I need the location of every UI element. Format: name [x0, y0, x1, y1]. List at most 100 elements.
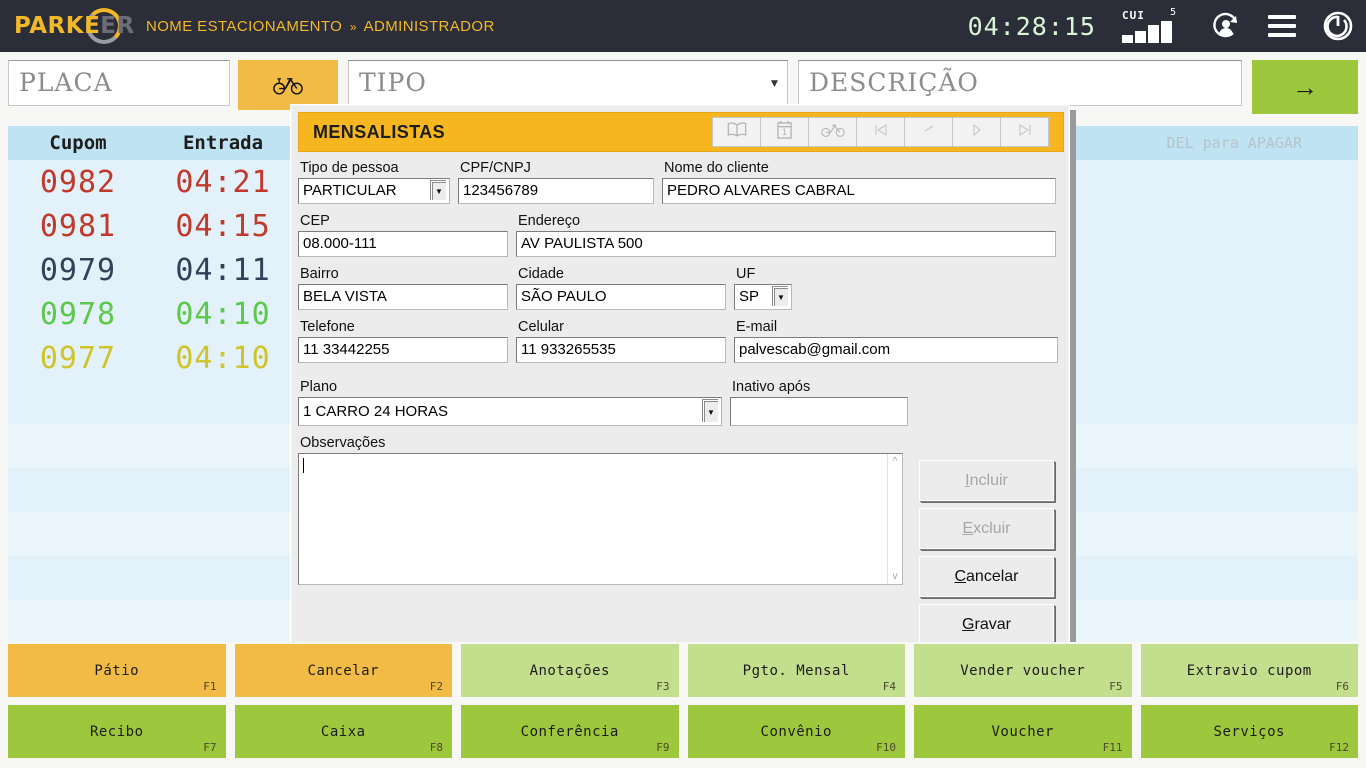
value-plano: 1 CARRO 24 HORAS — [303, 403, 449, 420]
descricao-input[interactable]: DESCRIÇÃO — [798, 60, 1242, 106]
fkey-f1[interactable]: Pátio F1 — [8, 644, 226, 697]
calendar-button[interactable]: 1 — [760, 117, 809, 147]
label-inativo-apos: Inativo após — [732, 379, 811, 395]
app-header: PARKEER NOME ESTACIONAMENTO » ADMINISTRA… — [0, 0, 1366, 52]
scroll-down-icon[interactable]: v — [893, 569, 898, 584]
fkey-label: Extravio cupom — [1186, 662, 1312, 679]
book-button[interactable] — [712, 117, 761, 147]
input-cpf-cnpj[interactable]: 123456789 — [458, 178, 654, 204]
input-email[interactable]: palvescab@gmail.com — [734, 337, 1058, 363]
user-account-button[interactable] — [1198, 0, 1254, 52]
bicycle-button[interactable] — [808, 117, 857, 147]
signal-count: 5 — [1169, 7, 1176, 18]
input-cidade[interactable]: SÃO PAULO — [516, 284, 726, 310]
function-key-bar: Pátio F1 Cancelar F2 Anotações F3 Pgto. Mensal… — [0, 642, 1366, 768]
chevron-down-icon[interactable]: ▼ — [703, 400, 719, 423]
label-cpf-cnpj: CPF/CNPJ — [460, 160, 531, 176]
cancelar-button[interactable]: Cancelar — [919, 556, 1054, 597]
previous-record-button[interactable] — [904, 117, 953, 147]
fkey-label: Convênio — [760, 723, 832, 740]
fkey-f6[interactable]: Extravio cupom F6 — [1140, 644, 1358, 697]
input-endereco[interactable]: AV PAULISTA 500 — [516, 231, 1056, 257]
fkey-label: Recibo — [89, 723, 144, 740]
chevron-down-icon[interactable]: ▼ — [431, 181, 447, 201]
fkey-f4[interactable]: Pgto. Mensal F4 — [687, 644, 905, 697]
fkey-f9[interactable]: Conferência F9 — [461, 705, 679, 758]
fkey-label: Cancelar — [307, 662, 379, 679]
fkey-f12[interactable]: Serviços F12 — [1140, 705, 1358, 758]
input-cep[interactable]: 08.000-111 — [298, 231, 508, 257]
input-inativo-apos[interactable] — [730, 397, 908, 426]
fkey-label: Vender voucher — [960, 662, 1086, 679]
label-endereco: Endereço — [518, 213, 581, 229]
input-bairro[interactable]: BELA VISTA — [298, 284, 508, 310]
label-uf: UF — [736, 266, 756, 282]
input-tipo-pessoa[interactable]: PARTICULAR ▼ — [298, 178, 450, 204]
fkey-shortcut: F2 — [429, 680, 443, 693]
column-header-cupom: Cupom — [49, 132, 107, 154]
label-celular: Celular — [518, 319, 564, 335]
fkey-shortcut: F5 — [1109, 680, 1123, 693]
input-celular[interactable]: 11 933265535 — [516, 337, 726, 363]
field-tipo-pessoa: Tipo de pessoa PARTICULAR ▼ — [298, 160, 450, 204]
field-email: E-mail palvescab@gmail.com — [734, 319, 1058, 363]
power-icon — [1323, 11, 1353, 41]
clock: 04:28:15 — [967, 11, 1096, 41]
fkey-label: Voucher — [991, 723, 1054, 740]
input-plano[interactable]: 1 CARRO 24 HORAS ▼ — [298, 397, 722, 426]
field-endereco: Endereço AV PAULISTA 500 — [516, 213, 1056, 257]
form-row-5: Plano 1 CARRO 24 HORAS ▼ Inativo após — [298, 379, 1064, 426]
first-record-button[interactable] — [856, 117, 905, 147]
arrow-right-icon: → — [1292, 71, 1318, 102]
fkey-f3[interactable]: Anotações F3 — [461, 644, 679, 697]
previous-record-icon — [921, 123, 937, 142]
fkey-f7[interactable]: Recibo F7 — [8, 705, 226, 758]
bicycle-icon — [820, 122, 845, 143]
field-cpf-cnpj: CPF/CNPJ 123456789 — [458, 160, 654, 204]
input-uf[interactable]: SP ▼ — [734, 284, 792, 310]
fkey-shortcut: F3 — [656, 680, 670, 693]
chevron-down-icon: ▼ — [771, 79, 779, 89]
header-actions: 04:28:15 CUI 5 — [968, 0, 1366, 52]
value-tipo-pessoa: PARTICULAR — [303, 182, 397, 199]
field-celular: Celular 11 933265535 — [516, 319, 726, 363]
gravar-button[interactable]: Gravar — [919, 604, 1054, 645]
fkey-f2[interactable]: Cancelar F2 — [234, 644, 452, 697]
app-root: PARKEER NOME ESTACIONAMENTO » ADMINISTRA… — [0, 0, 1366, 768]
book-icon — [727, 121, 747, 143]
fkey-shortcut: F8 — [429, 741, 443, 754]
menu-button[interactable] — [1254, 0, 1310, 52]
user-icon — [1213, 12, 1238, 38]
scroll-up-icon[interactable]: ^ — [893, 454, 898, 469]
vehicle-type-bike-button[interactable] — [238, 60, 338, 110]
last-record-button[interactable] — [1000, 117, 1049, 147]
dialog-title: MENSALISTAS — [313, 121, 446, 142]
fkey-f10[interactable]: Convênio F10 — [687, 705, 905, 758]
chevron-down-icon[interactable]: ▼ — [773, 287, 789, 307]
field-uf: UF SP ▼ — [734, 266, 792, 310]
input-nome-cliente[interactable]: PEDRO ALVARES CABRAL — [662, 178, 1056, 204]
dialog-title-bar: MENSALISTAS 1 — [298, 112, 1064, 152]
form-row-4: Telefone 11 33442255 Celular 11 93326553… — [298, 319, 1064, 363]
fkey-f8[interactable]: Caixa F8 — [234, 705, 452, 758]
placa-input[interactable]: PLACA — [8, 60, 230, 106]
cell-cupom: 0978 — [39, 296, 117, 332]
next-record-button[interactable] — [952, 117, 1001, 147]
fkey-f11[interactable]: Voucher F11 — [914, 705, 1132, 758]
fkey-shortcut: F4 — [882, 680, 896, 693]
field-telefone: Telefone 11 33442255 — [298, 319, 508, 363]
label-email: E-mail — [736, 319, 778, 335]
field-plano: Plano 1 CARRO 24 HORAS ▼ — [298, 379, 722, 426]
button-label: Incluir — [965, 471, 1008, 489]
breadcrumb-establishment: NOME ESTACIONAMENTO — [146, 17, 343, 35]
fkey-f5[interactable]: Vender voucher F5 — [914, 644, 1132, 697]
input-observacoes[interactable]: ^ v — [298, 453, 903, 585]
tipo-select[interactable]: TIPO ▼ — [348, 60, 788, 106]
label-observacoes: Observações — [300, 435, 386, 451]
search-submit-button[interactable]: → — [1252, 60, 1358, 114]
input-telefone[interactable]: 11 33442255 — [298, 337, 508, 363]
power-button[interactable] — [1310, 0, 1366, 52]
fkey-label: Anotações — [529, 662, 610, 679]
fkey-label: Conferência — [520, 723, 619, 740]
observacoes-scrollbar[interactable]: ^ v — [887, 454, 902, 584]
